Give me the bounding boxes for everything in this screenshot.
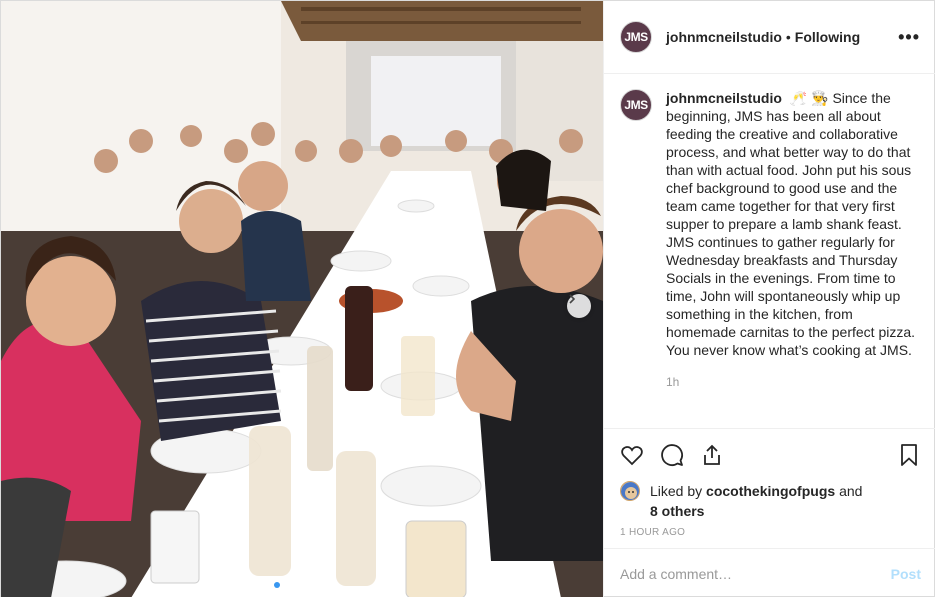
more-options-icon[interactable]: ••• (898, 27, 920, 48)
caption-time[interactable]: 1h (666, 373, 925, 391)
follow-button[interactable]: Following (795, 29, 860, 45)
post-comment-button[interactable]: Post (891, 566, 921, 582)
likes-summary: Liked by cocothekingofpugs and 8 others (620, 481, 921, 521)
post-side-panel: JMS johnmcneilstudio • Following ••• JMS… (603, 1, 935, 597)
caption-body: Since the beginning, JMS has been all ab… (666, 90, 916, 358)
post-username[interactable]: johnmcneilstudio (666, 29, 782, 45)
likes-others-link[interactable]: 8 others (650, 503, 704, 519)
post-photo[interactable] (1, 1, 603, 597)
share-icon[interactable] (700, 443, 724, 467)
header-separator: • (785, 29, 791, 45)
post-actions: Liked by cocothekingofpugs and 8 others … (604, 428, 935, 538)
carousel-dot (294, 582, 300, 588)
comment-icon[interactable] (660, 443, 684, 467)
comment-input[interactable] (620, 565, 891, 582)
bookmark-icon[interactable] (897, 443, 921, 467)
likes-conjunction: and (839, 483, 863, 499)
chevron-right-icon (569, 294, 576, 304)
carousel-dot (304, 582, 310, 588)
likes-text: Liked by cocothekingofpugs and 8 others (650, 481, 862, 521)
carousel-dot (324, 582, 330, 588)
post-timestamp[interactable]: 1 HOUR AGO (620, 527, 921, 538)
carousel-dot (274, 582, 280, 588)
liker-avatar[interactable] (620, 481, 640, 501)
comment-section: Post (604, 548, 935, 597)
carousel-dot (284, 582, 290, 588)
heart-icon[interactable] (620, 443, 644, 467)
caption-username[interactable]: johnmcneilstudio (666, 90, 782, 106)
instagram-post: JMS johnmcneilstudio • Following ••• JMS… (0, 0, 935, 597)
carousel-indicator (1, 582, 603, 588)
caption-text-block: johnmcneilstudio 🥂 👨‍🍳 Since the beginni… (666, 89, 925, 391)
avatar[interactable]: JMS (620, 21, 652, 53)
caption: JMS johnmcneilstudio 🥂 👨‍🍳 Since the beg… (620, 89, 925, 391)
liker-username[interactable]: cocothekingofpugs (706, 483, 835, 499)
action-icon-row (620, 441, 921, 469)
carousel-next-button[interactable] (567, 294, 591, 318)
carousel-dot (314, 582, 320, 588)
likes-prefix: Liked by (650, 483, 703, 499)
caption-emojis: 🥂 👨‍🍳 (789, 90, 829, 106)
post-header: JMS johnmcneilstudio • Following ••• (604, 1, 935, 74)
dinner-party-photo (1, 1, 603, 597)
caption-avatar[interactable]: JMS (620, 89, 652, 121)
